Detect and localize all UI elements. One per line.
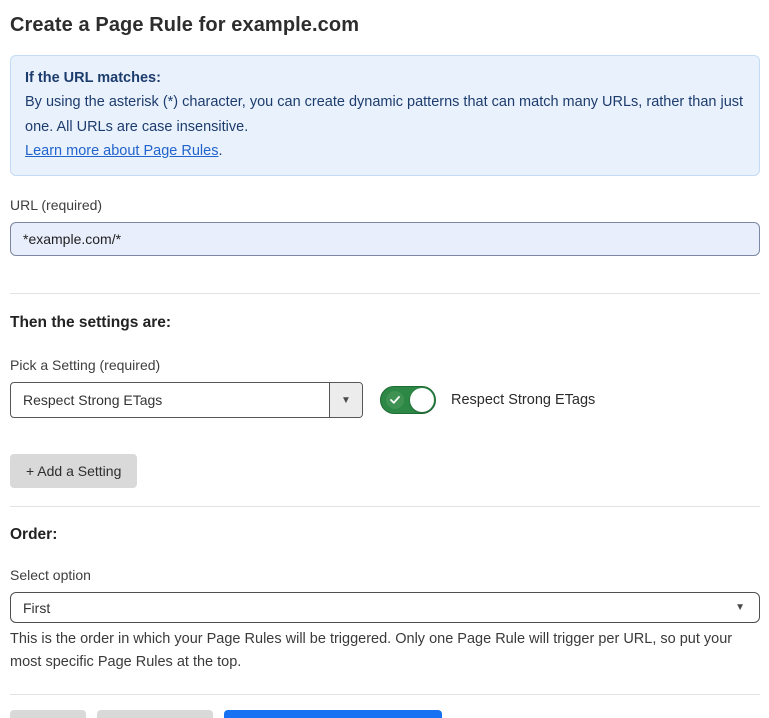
order-dropdown-value: First [23, 600, 50, 616]
link-period: . [218, 143, 222, 159]
section-divider [10, 506, 760, 507]
add-setting-button[interactable]: + Add a Setting [10, 454, 137, 488]
section-divider [10, 694, 760, 695]
learn-more-link[interactable]: Learn more about Page Rules [25, 143, 218, 159]
url-match-info-box: If the URL matches: By using the asteris… [10, 55, 760, 176]
order-dropdown[interactable]: First ▼ [10, 592, 760, 623]
chevron-down-icon: ▼ [735, 602, 747, 613]
order-help-text: This is the order in which your Page Rul… [10, 628, 765, 673]
toggle-label: Respect Strong ETags [451, 392, 595, 408]
setting-dropdown[interactable]: Respect Strong ETags ▼ [10, 382, 363, 418]
settings-heading: Then the settings are: [10, 314, 760, 332]
toggle-knob [410, 388, 434, 412]
order-select-label: Select option [10, 567, 760, 583]
order-heading: Order: [10, 526, 760, 544]
section-divider [10, 293, 760, 294]
save-draft-button[interactable]: Save as Draft [97, 710, 214, 718]
check-icon [386, 391, 404, 409]
pick-setting-label: Pick a Setting (required) [10, 357, 760, 373]
save-deploy-button[interactable]: Save and Deploy Page Rule [224, 710, 442, 718]
info-box-body-text: By using the asterisk (*) character, you… [25, 94, 743, 134]
url-input[interactable] [10, 222, 760, 256]
page-rule-form: Create a Page Rule for example.com If th… [0, 0, 769, 718]
url-field-label: URL (required) [10, 197, 760, 213]
setting-dropdown-value: Respect Strong ETags [11, 383, 329, 417]
cancel-button[interactable]: Cancel [10, 710, 86, 718]
action-button-row: Cancel Save as Draft Save and Deploy Pag… [10, 710, 760, 718]
info-box-body: By using the asterisk (*) character, you… [25, 90, 745, 163]
chevron-down-icon[interactable]: ▼ [329, 383, 362, 417]
page-title: Create a Page Rule for example.com [10, 14, 760, 37]
setting-row: Respect Strong ETags ▼ Respect Strong ET… [10, 382, 760, 418]
info-box-heading: If the URL matches: [25, 66, 745, 90]
setting-toggle[interactable] [380, 386, 436, 414]
